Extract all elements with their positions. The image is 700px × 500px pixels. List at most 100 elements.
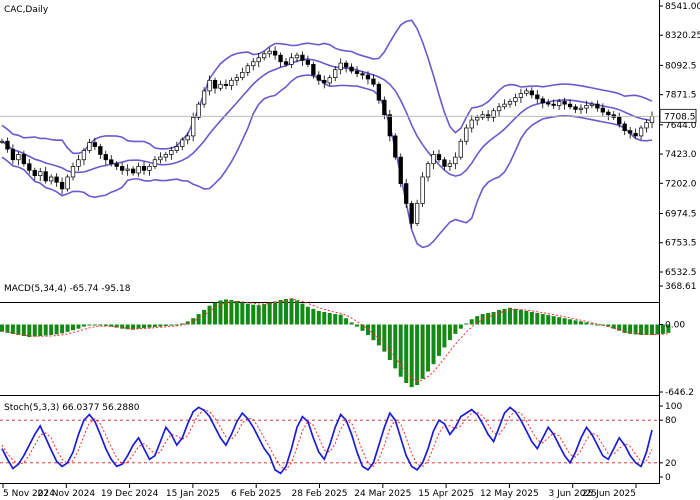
candle-body [447, 163, 453, 167]
macd-histogram-bar [267, 302, 272, 325]
candle-body [5, 140, 10, 150]
macd-histogram-bar [305, 306, 310, 325]
candle-body [502, 103, 507, 108]
stoch-tick-label: 20 [665, 459, 677, 469]
stoch-panel[interactable] [0, 406, 659, 475]
price-panel[interactable] [0, 19, 659, 249]
macd-histogram-bar [497, 309, 502, 325]
time-tick-label: 6 Feb 2025 [231, 489, 281, 499]
candle-body [311, 64, 316, 76]
macd-value-2: -95.18 [101, 284, 130, 294]
time-tick-label: 19 Dec 2024 [101, 489, 159, 499]
candle-body [343, 62, 349, 68]
macd-histogram-bar [327, 313, 332, 325]
stoch-k-line [1, 406, 653, 475]
cac-daily-chart[interactable]: 8541.00 8320.25 8092.5 7871.5 7644.0 7423.0 72… [0, 0, 700, 500]
macd-histogram-bar [409, 324, 414, 388]
stoch-value-1: 66.0377 [62, 403, 99, 413]
candle-body [628, 130, 633, 134]
candle-body [360, 73, 365, 76]
macd-histogram-bar [365, 324, 370, 335]
macd-histogram-bar [81, 324, 86, 327]
macd-histogram-bar [223, 299, 228, 325]
macd-histogram-bar [87, 324, 92, 326]
macd-histogram-bar [98, 324, 103, 326]
candle-body [551, 103, 556, 106]
time-tick-label: 25 Jun 2025 [582, 489, 636, 499]
macd-histogram-bar [147, 324, 152, 328]
macd-histogram-bar [240, 302, 245, 325]
macd-histogram-bar [273, 301, 278, 325]
candle-body [294, 54, 300, 59]
chart-canvas[interactable]: 8541.008320.258092.57871.57644.07423.072… [0, 0, 700, 500]
macd-histogram-bar [136, 324, 141, 329]
price-tick-label: 8092.5 [665, 61, 697, 71]
candle-body [27, 163, 32, 171]
candle-body [382, 99, 387, 116]
macd-histogram-bar [92, 324, 97, 326]
candle-body [404, 183, 409, 204]
candle-body [76, 159, 81, 167]
price-tick-label: 6753.5 [665, 239, 697, 249]
macd-histogram-bar [540, 314, 545, 325]
candle-body [617, 117, 622, 125]
macd-histogram-bar [349, 322, 354, 325]
macd-histogram-bar [420, 324, 425, 379]
candle-body [272, 50, 278, 56]
candle-body [229, 79, 234, 86]
stoch-tick-label: 80 [665, 416, 677, 426]
candle-body [414, 203, 420, 224]
candle-body [38, 171, 43, 177]
macd-histogram-bar [338, 314, 343, 325]
candle-body [420, 176, 425, 204]
macd-histogram-bar [213, 302, 218, 325]
time-tick-label: 12 May 2025 [480, 489, 539, 499]
macd-panel[interactable] [0, 298, 671, 388]
candle-body [349, 66, 354, 72]
candle-body [49, 176, 54, 182]
macd-value-1: -65.74 [70, 284, 99, 294]
candle-body [240, 72, 245, 78]
time-tick-label: 15 Jan 2025 [166, 489, 220, 499]
time-tick-label: 28 Feb 2025 [291, 489, 347, 499]
candle-body [453, 156, 458, 165]
candle-body [584, 105, 589, 109]
macd-histogram-bar [294, 300, 299, 325]
candle-body [431, 154, 436, 165]
macd-histogram-bar [158, 324, 163, 327]
candle-body [469, 119, 474, 129]
candle-body [130, 168, 136, 174]
macd-histogram-bar [71, 324, 76, 331]
macd-histogram-bar [65, 324, 70, 332]
macd-histogram-bar [442, 324, 447, 348]
candle-body [32, 170, 37, 177]
price-tick-label: 7871.5 [665, 91, 697, 101]
price-tick-label: 6974.5 [665, 209, 697, 219]
candle-body [147, 166, 152, 171]
time-tick-label: 24 Mar 2025 [354, 489, 411, 499]
candle-body [606, 111, 611, 116]
stoch-tick-label: 100 [665, 402, 682, 412]
macd-tick-label: -646.2 [665, 388, 694, 398]
candle-body [425, 163, 431, 178]
macd-histogram-bar [49, 324, 54, 335]
stoch-value-2: 56.2880 [102, 403, 139, 413]
candle-body [152, 159, 158, 167]
price-tick-label: 7202.0 [665, 179, 697, 189]
candle-body [196, 103, 201, 118]
candle-body [622, 123, 627, 131]
candle-body [300, 54, 305, 61]
candle-body [333, 69, 338, 78]
macd-histogram-bar [589, 323, 594, 325]
candle-body [458, 140, 463, 158]
candle-body [589, 103, 595, 106]
macd-histogram-bar [393, 324, 398, 369]
macd-histogram-bar [311, 308, 316, 325]
candle-body [638, 127, 644, 137]
candle-body [289, 57, 294, 65]
candle-body [595, 103, 600, 109]
candle-body [180, 139, 185, 147]
candle-body [43, 171, 48, 182]
macd-histogram-bar [584, 322, 589, 325]
time-tick-label: 27 Nov 2024 [37, 489, 95, 499]
